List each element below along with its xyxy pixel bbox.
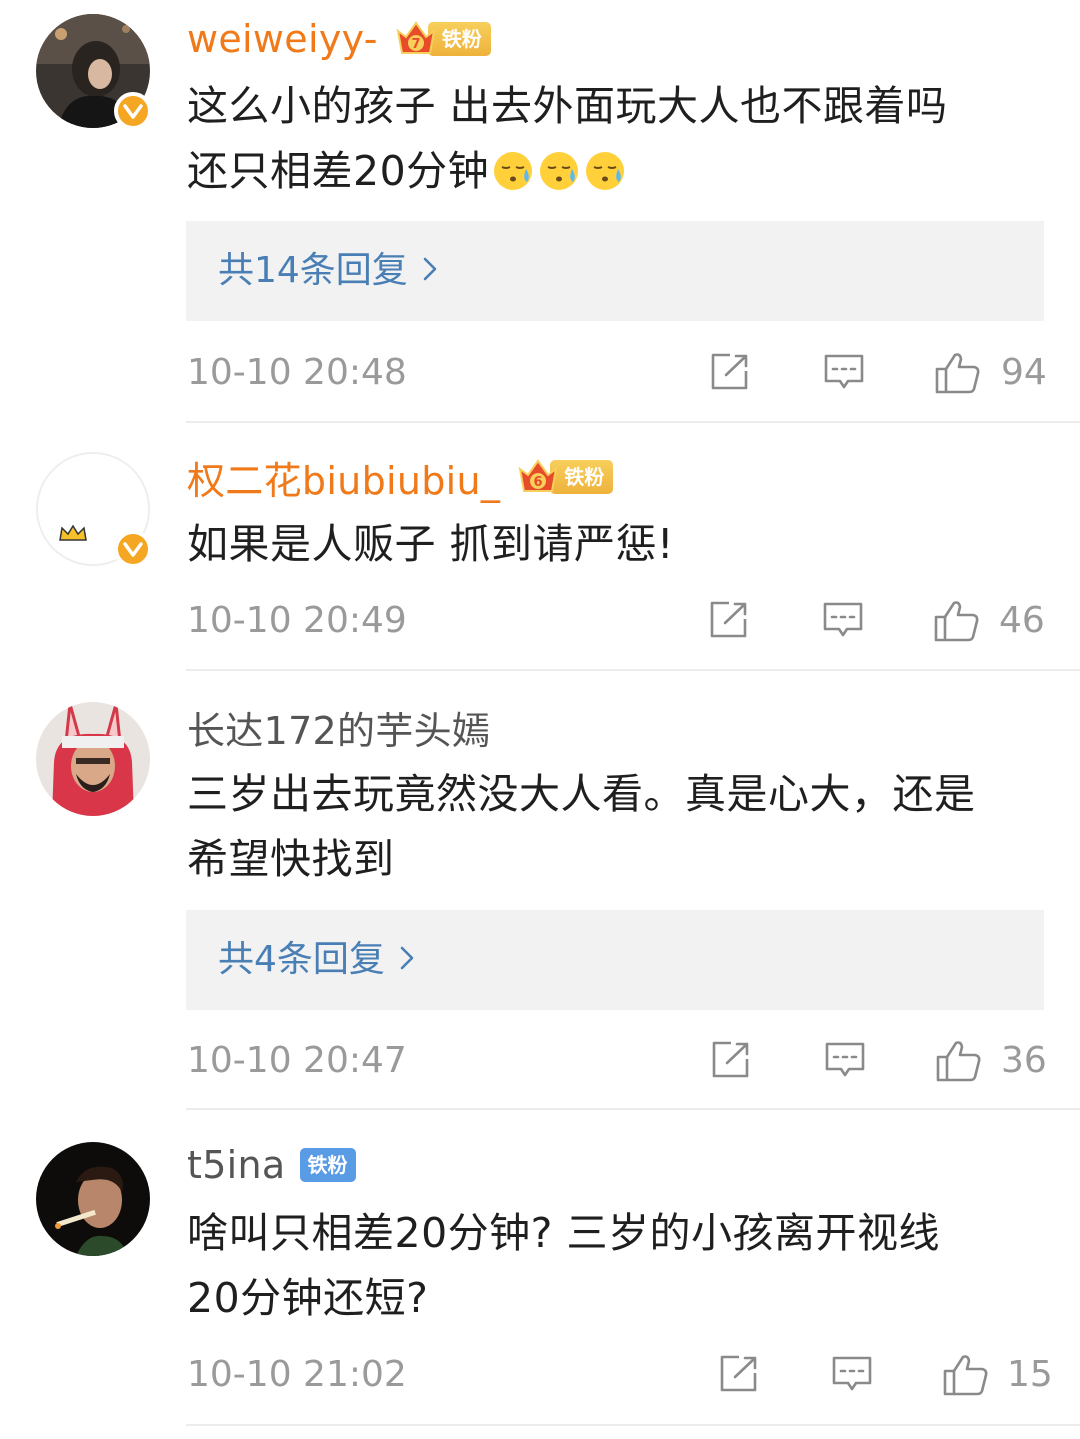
divider [186, 421, 1080, 423]
comment-meta: 10-10 21:02 15 [187, 1350, 1053, 1401]
avatar[interactable] [36, 1142, 150, 1256]
comment-item: weiweiyy- 7 铁粉 这么小的孩子 出去外面玩大人也不跟着吗 还只相差2… [0, 0, 1080, 424]
comment-text-line: 如果是人贩子 抓到请严惩! [187, 520, 674, 568]
comment-item: 权二花biubiubiu_ 6 铁粉 如果是人贩子 抓到请严惩! 10-10 2… [0, 424, 1080, 672]
verified-badge-icon [114, 530, 152, 568]
reply-count-label: 共14条回复 [218, 250, 408, 291]
fan-badge[interactable]: 铁粉 [299, 1148, 356, 1182]
share-icon[interactable] [717, 1353, 761, 1399]
avatar[interactable] [36, 452, 152, 568]
like-count: 15 [1007, 1354, 1053, 1395]
comment-text-line: 20分钟还短? [187, 1274, 429, 1322]
crown-icon: 6 [516, 455, 560, 499]
comment-text: 这么小的孩子 出去外面玩大人也不跟着吗 还只相差20分钟 [187, 74, 1047, 204]
comment-text: 啥叫只相差20分钟? 三岁的小孩离开视线 20分钟还短? [187, 1201, 1047, 1331]
avatar[interactable] [36, 702, 150, 816]
sweat-emoji [586, 152, 625, 190]
divider [186, 1424, 1080, 1426]
username[interactable]: t5ina [187, 1143, 286, 1187]
fan-badge[interactable]: 6 铁粉 [516, 455, 614, 499]
chevron-right-icon [422, 221, 438, 321]
crown-icon: 7 [394, 17, 438, 61]
chevron-right-icon [399, 910, 415, 1010]
comment-item: t5ina 铁粉 啥叫只相差20分钟? 三岁的小孩离开视线 20分钟还短? 10… [0, 1112, 1080, 1439]
comment-meta: 10-10 20:49 46 [187, 596, 1047, 646]
username[interactable]: 长达172的芋头嫣 [187, 700, 490, 755]
comment-item: 长达172的芋头嫣 三岁出去玩竟然没大人看。真是心大，还是 希望快找到 共4条回… [0, 672, 1080, 1112]
fan-badge[interactable]: 7 铁粉 [394, 20, 491, 58]
comment-icon[interactable] [821, 599, 865, 645]
reply-summary[interactable]: 共14条回复 [186, 221, 1044, 321]
comment-text-line: 还只相差20分钟 [187, 139, 1047, 204]
comment-icon[interactable] [822, 351, 866, 397]
like-count: 94 [1001, 352, 1047, 393]
like-icon[interactable] [933, 599, 981, 647]
comment-meta: 10-10 20:48 94 [187, 348, 1047, 398]
comment-icon[interactable] [823, 1039, 867, 1085]
divider [186, 669, 1080, 671]
sweat-emoji [494, 152, 533, 190]
comment-feed: weiweiyy- 7 铁粉 这么小的孩子 出去外面玩大人也不跟着吗 还只相差2… [0, 0, 1080, 1439]
share-icon[interactable] [709, 1039, 753, 1085]
fan-level: 6 [534, 475, 543, 490]
share-icon[interactable] [707, 599, 751, 645]
comment-time: 10-10 20:48 [187, 352, 407, 393]
like-count: 46 [999, 600, 1045, 641]
like-icon[interactable] [934, 351, 982, 399]
reply-summary[interactable]: 共4条回复 [186, 910, 1044, 1010]
avatar[interactable] [36, 14, 152, 130]
reply-count-label: 共4条回复 [218, 939, 385, 980]
view-replies-link[interactable]: 共14条回复 [218, 221, 438, 321]
comment-text-line: 三岁出去玩竟然没大人看。真是心大，还是 [187, 770, 976, 818]
comment-meta: 10-10 20:47 36 [187, 1036, 1047, 1086]
view-replies-link[interactable]: 共4条回复 [218, 910, 415, 1010]
comment-time: 10-10 20:49 [187, 600, 407, 641]
comment-icon[interactable] [830, 1353, 874, 1399]
comment-text-line: 这么小的孩子 出去外面玩大人也不跟着吗 [187, 82, 948, 130]
like-icon[interactable] [942, 1353, 990, 1401]
share-icon[interactable] [708, 351, 752, 397]
comment-time: 10-10 20:47 [187, 1040, 407, 1081]
comment-text-line: 啥叫只相差20分钟? 三岁的小孩离开视线 [187, 1209, 940, 1257]
comment-time: 10-10 21:02 [187, 1354, 407, 1395]
comment-text: 如果是人贩子 抓到请严惩! [187, 512, 1047, 577]
verified-badge-icon [114, 92, 152, 130]
username[interactable]: 权二花biubiubiu_ [187, 450, 500, 505]
comment-text: 三岁出去玩竟然没大人看。真是心大，还是 希望快找到 [187, 762, 1047, 892]
divider [186, 1108, 1080, 1110]
fan-level: 7 [411, 37, 420, 52]
username[interactable]: weiweiyy- [187, 17, 378, 61]
comment-text-fragment: 还只相差20分钟 [187, 147, 490, 195]
like-count: 36 [1001, 1040, 1047, 1081]
like-icon[interactable] [935, 1039, 983, 1087]
comment-text-line: 希望快找到 [187, 835, 395, 883]
sweat-emoji [540, 152, 579, 190]
